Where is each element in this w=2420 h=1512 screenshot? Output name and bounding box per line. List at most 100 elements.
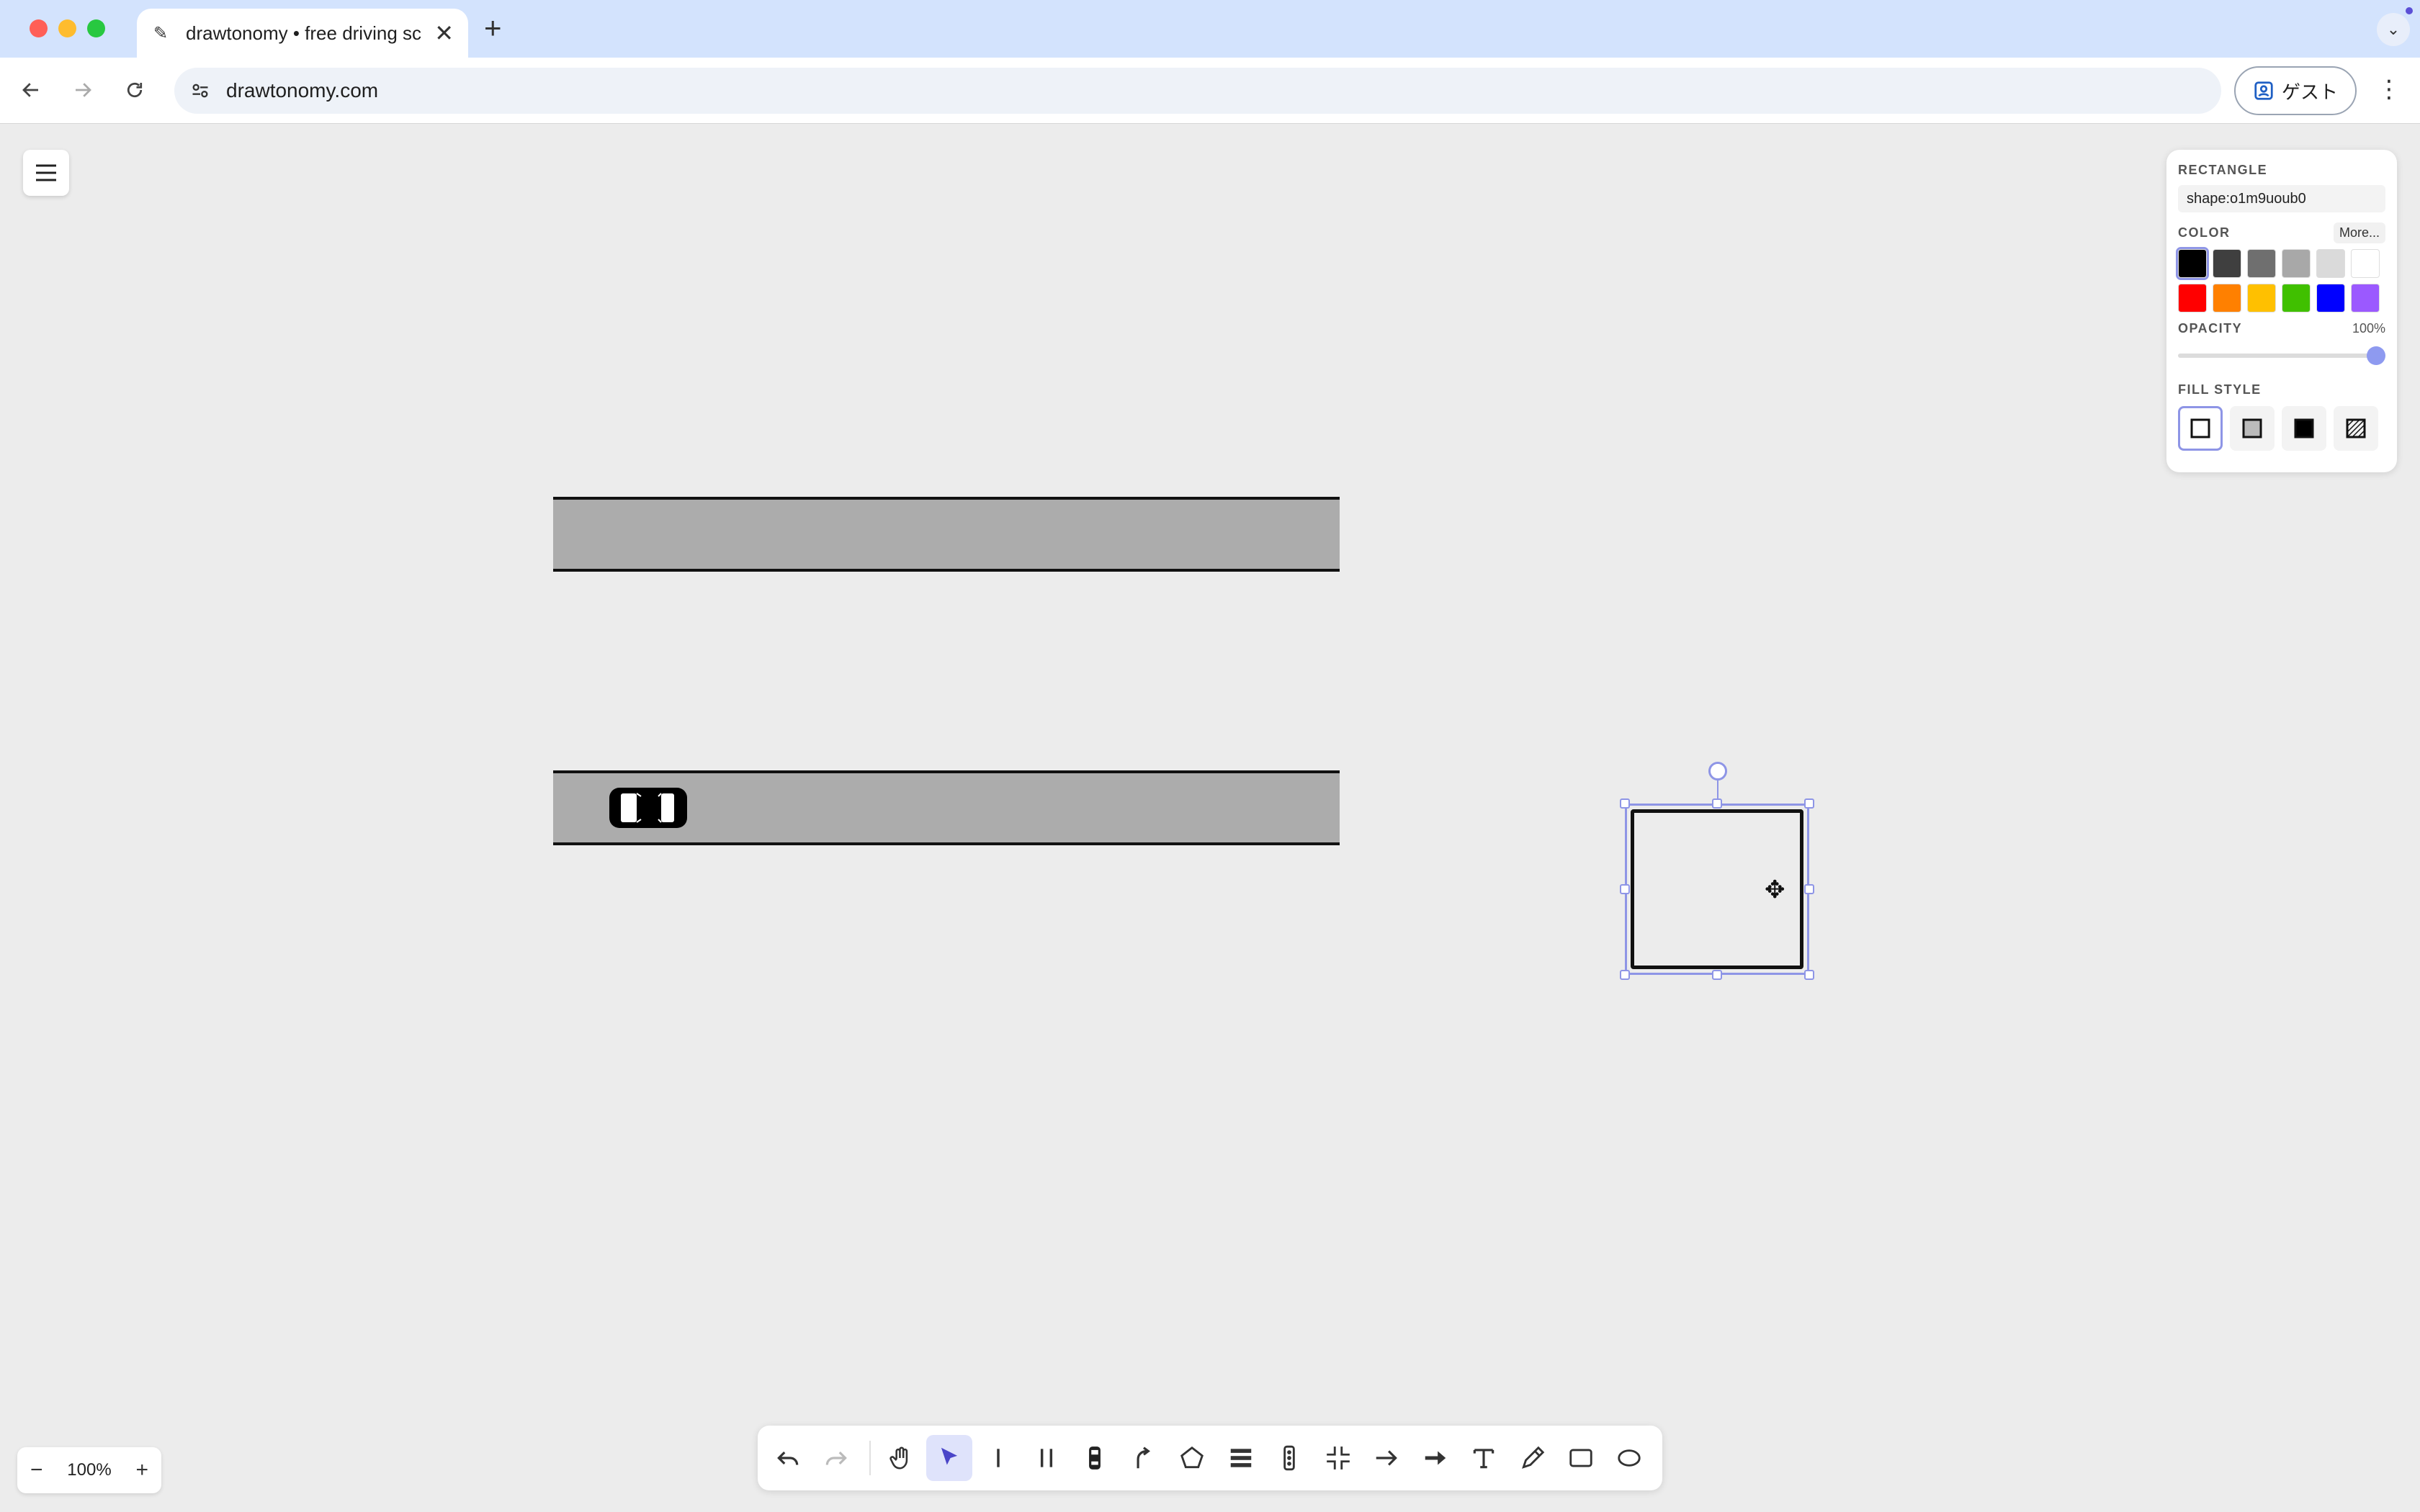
traffic-light-tool-button[interactable] <box>1267 1435 1312 1481</box>
main-menu-button[interactable] <box>23 150 69 196</box>
window-zoom-button[interactable] <box>87 19 105 37</box>
rectangle-tool-button[interactable] <box>1558 1435 1603 1481</box>
color-swatch[interactable] <box>2351 284 2380 312</box>
zoom-level[interactable]: 100% <box>67 1460 111 1480</box>
car-icon[interactable] <box>608 786 689 829</box>
resize-handle-w[interactable] <box>1620 884 1630 894</box>
rotate-handle[interactable] <box>1708 762 1727 780</box>
forward-button[interactable] <box>66 73 99 107</box>
color-swatch[interactable] <box>2247 249 2276 278</box>
color-swatch[interactable] <box>2213 249 2241 278</box>
color-swatch[interactable] <box>2351 249 2380 278</box>
intersection-icon <box>1326 1446 1350 1470</box>
opacity-value: 100% <box>2352 321 2385 336</box>
ellipse-tool-button[interactable] <box>1607 1435 1652 1481</box>
resize-handle-ne[interactable] <box>1804 798 1814 809</box>
notification-dot <box>2406 7 2413 14</box>
resize-handle-s[interactable] <box>1712 970 1722 980</box>
new-tab-button[interactable]: + <box>484 13 502 43</box>
color-swatch[interactable] <box>2178 284 2207 312</box>
zoom-control: − 100% + <box>17 1447 161 1493</box>
zoom-out-button[interactable]: − <box>30 1458 43 1482</box>
profile-button[interactable]: ゲスト <box>2234 66 2357 115</box>
selected-rectangle[interactable]: ✥ <box>1620 762 1814 980</box>
text-tool-button[interactable] <box>1461 1435 1506 1481</box>
arrow-left-icon <box>22 83 38 97</box>
color-swatch[interactable] <box>2316 249 2345 278</box>
tool-bar <box>758 1426 1662 1490</box>
fill-semi-button[interactable] <box>2230 406 2275 451</box>
color-swatch[interactable] <box>2282 284 2311 312</box>
fill-solid-button[interactable] <box>2282 406 2326 451</box>
window-close-button[interactable] <box>30 19 48 37</box>
url-text: drawtonomy.com <box>226 79 379 102</box>
color-swatches <box>2176 247 2385 312</box>
road-lane-bottom[interactable] <box>553 770 1340 845</box>
fill-pattern-button[interactable] <box>2334 406 2378 451</box>
shape-type-label: RECTANGLE <box>2178 163 2268 177</box>
thick-arrow-tool-button[interactable] <box>1412 1435 1458 1481</box>
color-swatch[interactable] <box>2282 249 2311 278</box>
window-minimize-button[interactable] <box>58 19 76 37</box>
resize-handle-nw[interactable] <box>1620 798 1630 809</box>
opacity-slider[interactable] <box>2178 346 2385 365</box>
profile-label: ゲスト <box>2281 81 2338 103</box>
crosswalk-icon <box>1230 1449 1252 1467</box>
select-tool-button[interactable] <box>926 1435 972 1481</box>
fill-semi-icon <box>2242 418 2262 438</box>
pentagon-icon <box>1180 1446 1204 1469</box>
double-lane-tool-button[interactable] <box>1023 1435 1069 1481</box>
undo-button[interactable] <box>765 1435 810 1481</box>
fill-solid-icon <box>2294 418 2314 438</box>
pencil-tool-button[interactable] <box>1510 1435 1555 1481</box>
lane-tool-button[interactable] <box>975 1435 1021 1481</box>
address-bar[interactable]: drawtonomy.com <box>174 68 2221 114</box>
arrow-right-icon <box>1376 1450 1398 1466</box>
browser-toolbar: drawtonomy.com ゲスト ⋮ <box>0 58 2420 124</box>
resize-handle-n[interactable] <box>1712 798 1722 809</box>
color-label: COLOR <box>2178 225 2231 240</box>
opacity-slider-thumb[interactable] <box>2367 346 2385 365</box>
color-swatch[interactable] <box>2213 284 2241 312</box>
tab-close-icon[interactable]: ✕ <box>434 20 454 46</box>
reload-button[interactable] <box>118 73 151 107</box>
single-line-icon <box>996 1449 1000 1467</box>
path-tool-button[interactable] <box>1121 1435 1166 1481</box>
site-settings-icon[interactable] <box>189 79 212 102</box>
crosswalk-tool-button[interactable] <box>1218 1435 1263 1481</box>
resize-handle-se[interactable] <box>1804 970 1814 980</box>
zoom-in-button[interactable]: + <box>135 1458 148 1482</box>
color-swatch[interactable] <box>2176 247 2209 280</box>
browser-tab[interactable]: ✎ drawtonomy • free driving sc ✕ <box>137 9 468 58</box>
site-favicon-icon: ✎ <box>153 23 169 43</box>
ellipse-icon <box>1618 1449 1641 1467</box>
redo-icon <box>825 1451 848 1465</box>
color-swatch[interactable] <box>2316 284 2345 312</box>
shape-id-field[interactable]: shape:o1m9uoub0 <box>2178 185 2385 212</box>
vehicle-tool-button[interactable] <box>1072 1435 1118 1481</box>
toolbar-divider <box>869 1441 871 1475</box>
intersection-tool-button[interactable] <box>1315 1435 1361 1481</box>
arrow-tool-button[interactable] <box>1363 1435 1409 1481</box>
browser-menu-icon[interactable]: ⋮ <box>2377 75 2401 104</box>
tab-search-button[interactable]: ⌄ <box>2377 13 2410 46</box>
arrow-right-icon <box>76 83 91 97</box>
curved-arrow-icon <box>1137 1446 1150 1469</box>
redo-button[interactable] <box>813 1435 859 1481</box>
resize-handle-sw[interactable] <box>1620 970 1630 980</box>
polygon-tool-button[interactable] <box>1170 1435 1215 1481</box>
hand-tool-button[interactable] <box>878 1435 923 1481</box>
traffic-light-icon <box>1283 1445 1295 1471</box>
cursor-arrow-icon <box>941 1447 958 1465</box>
fill-style-label: FILL STYLE <box>2178 382 2262 397</box>
fill-none-button[interactable] <box>2178 406 2223 451</box>
double-line-icon <box>1040 1449 1053 1467</box>
text-icon <box>1473 1449 1494 1469</box>
road-lane-top[interactable] <box>553 497 1340 572</box>
move-cursor-icon: ✥ <box>1765 876 1785 904</box>
color-swatch[interactable] <box>2247 284 2276 312</box>
more-colors-button[interactable]: More... <box>2333 222 2385 243</box>
resize-handle-e[interactable] <box>1804 884 1814 894</box>
drawing-canvas[interactable]: ✥ RECTANGLE shape:o1m9uoub0 COLOR More..… <box>0 124 2420 1512</box>
back-button[interactable] <box>14 73 48 107</box>
